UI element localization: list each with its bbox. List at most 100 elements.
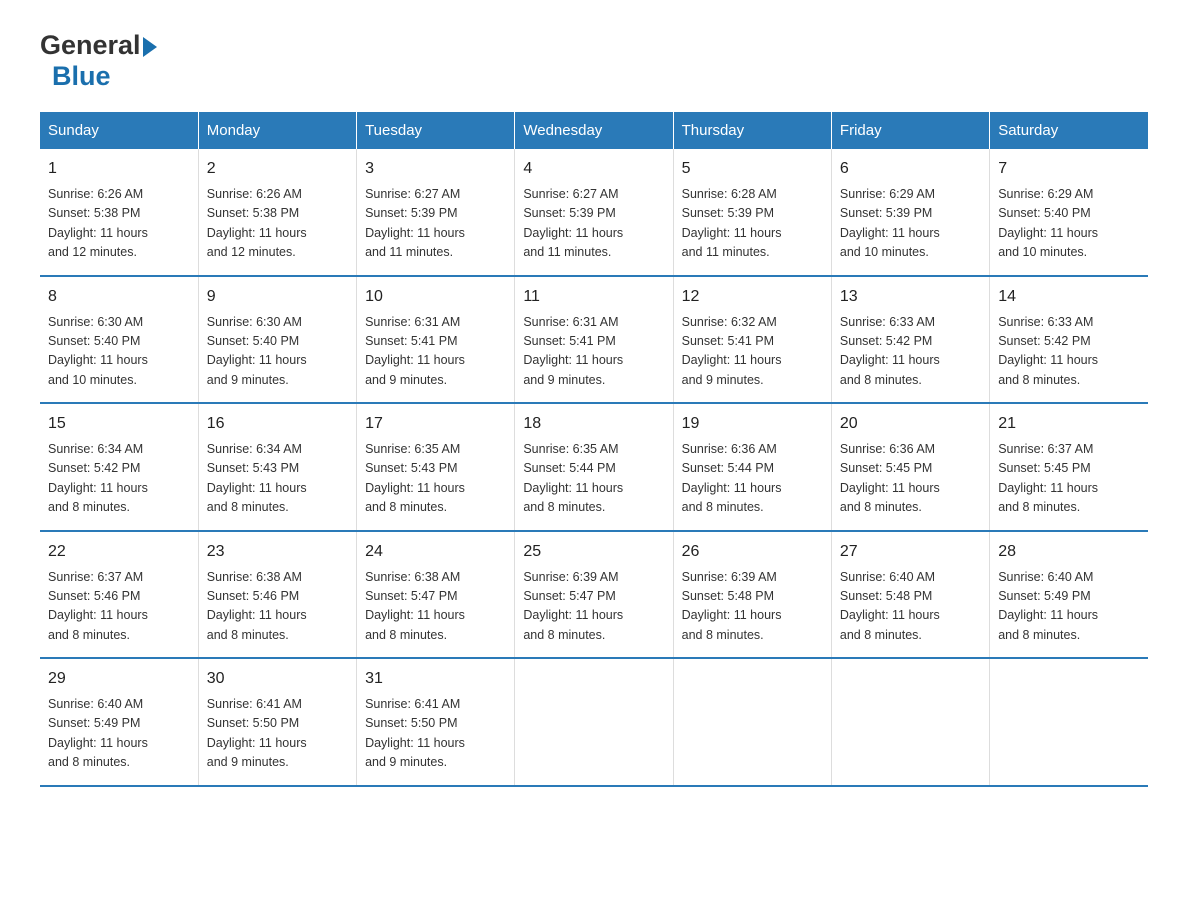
- calendar-cell: 4Sunrise: 6:27 AMSunset: 5:39 PMDaylight…: [515, 149, 673, 276]
- day-info: Sunrise: 6:34 AMSunset: 5:43 PMDaylight:…: [207, 440, 348, 518]
- page-header: General Blue: [40, 30, 1148, 92]
- day-info: Sunrise: 6:29 AMSunset: 5:40 PMDaylight:…: [998, 185, 1140, 263]
- day-number: 7: [998, 157, 1140, 181]
- calendar-cell: 21 Sunrise: 6:37 AMSunset: 5:45 PMDayligh…: [990, 403, 1148, 531]
- calendar-table: SundayMondayTuesdayWednesdayThursdayFrid…: [40, 112, 1148, 787]
- day-info: Sunrise: 6:34 AMSunset: 5:42 PMDaylight:…: [48, 440, 190, 518]
- calendar-cell: 28 Sunrise: 6:40 AMSunset: 5:49 PMDayligh…: [990, 531, 1148, 659]
- day-number: 17: [365, 412, 506, 436]
- day-number: 9: [207, 285, 348, 309]
- day-info: Sunrise: 6:33 AMSunset: 5:42 PMDaylight:…: [840, 313, 981, 391]
- day-number: 24: [365, 540, 506, 564]
- calendar-week-row: 8 Sunrise: 6:30 AMSunset: 5:40 PMDaylight…: [40, 276, 1148, 404]
- day-info: Sunrise: 6:33 AMSunset: 5:42 PMDaylight:…: [998, 313, 1140, 391]
- calendar-cell: 6Sunrise: 6:29 AMSunset: 5:39 PMDaylight…: [831, 149, 989, 276]
- day-info: Sunrise: 6:38 AMSunset: 5:47 PMDaylight:…: [365, 568, 506, 646]
- calendar-week-row: 1 Sunrise: 6:26 AMSunset: 5:38 PMDaylight…: [40, 149, 1148, 276]
- day-info: Sunrise: 6:26 AMSunset: 5:38 PMDaylight:…: [48, 185, 190, 263]
- day-info: Sunrise: 6:40 AMSunset: 5:49 PMDaylight:…: [48, 695, 190, 773]
- calendar-header-row: SundayMondayTuesdayWednesdayThursdayFrid…: [40, 112, 1148, 149]
- column-header-saturday: Saturday: [990, 112, 1148, 149]
- day-number: 20: [840, 412, 981, 436]
- column-header-tuesday: Tuesday: [357, 112, 515, 149]
- day-info: Sunrise: 6:41 AMSunset: 5:50 PMDaylight:…: [365, 695, 506, 773]
- calendar-cell: 16 Sunrise: 6:34 AMSunset: 5:43 PMDayligh…: [198, 403, 356, 531]
- day-number: 18: [523, 412, 664, 436]
- calendar-cell: 2Sunrise: 6:26 AMSunset: 5:38 PMDaylight…: [198, 149, 356, 276]
- day-number: 15: [48, 412, 190, 436]
- day-number: 8: [48, 285, 190, 309]
- calendar-cell: 15 Sunrise: 6:34 AMSunset: 5:42 PMDayligh…: [40, 403, 198, 531]
- calendar-cell: 22 Sunrise: 6:37 AMSunset: 5:46 PMDayligh…: [40, 531, 198, 659]
- calendar-week-row: 22 Sunrise: 6:37 AMSunset: 5:46 PMDayligh…: [40, 531, 1148, 659]
- calendar-cell: 26 Sunrise: 6:39 AMSunset: 5:48 PMDayligh…: [673, 531, 831, 659]
- day-info: Sunrise: 6:31 AMSunset: 5:41 PMDaylight:…: [523, 313, 664, 391]
- day-info: Sunrise: 6:36 AMSunset: 5:45 PMDaylight:…: [840, 440, 981, 518]
- calendar-cell: 13 Sunrise: 6:33 AMSunset: 5:42 PMDayligh…: [831, 276, 989, 404]
- column-header-monday: Monday: [198, 112, 356, 149]
- day-number: 22: [48, 540, 190, 564]
- logo: General Blue: [40, 30, 157, 92]
- calendar-cell: 24 Sunrise: 6:38 AMSunset: 5:47 PMDayligh…: [357, 531, 515, 659]
- column-header-friday: Friday: [831, 112, 989, 149]
- day-number: 19: [682, 412, 823, 436]
- day-info: Sunrise: 6:40 AMSunset: 5:49 PMDaylight:…: [998, 568, 1140, 646]
- calendar-cell: 14 Sunrise: 6:33 AMSunset: 5:42 PMDayligh…: [990, 276, 1148, 404]
- calendar-cell: 20 Sunrise: 6:36 AMSunset: 5:45 PMDayligh…: [831, 403, 989, 531]
- calendar-cell: 11Sunrise: 6:31 AMSunset: 5:41 PMDayligh…: [515, 276, 673, 404]
- day-number: 13: [840, 285, 981, 309]
- day-number: 14: [998, 285, 1140, 309]
- calendar-cell: 18 Sunrise: 6:35 AMSunset: 5:44 PMDayligh…: [515, 403, 673, 531]
- calendar-cell: 23 Sunrise: 6:38 AMSunset: 5:46 PMDayligh…: [198, 531, 356, 659]
- day-info: Sunrise: 6:31 AMSunset: 5:41 PMDaylight:…: [365, 313, 506, 391]
- calendar-cell: 3Sunrise: 6:27 AMSunset: 5:39 PMDaylight…: [357, 149, 515, 276]
- day-number: 2: [207, 157, 348, 181]
- day-info: Sunrise: 6:37 AMSunset: 5:46 PMDaylight:…: [48, 568, 190, 646]
- day-number: 1: [48, 157, 190, 181]
- day-info: Sunrise: 6:30 AMSunset: 5:40 PMDaylight:…: [207, 313, 348, 391]
- day-number: 21: [998, 412, 1140, 436]
- calendar-cell: 8 Sunrise: 6:30 AMSunset: 5:40 PMDaylight…: [40, 276, 198, 404]
- calendar-cell: 29 Sunrise: 6:40 AMSunset: 5:49 PMDayligh…: [40, 658, 198, 786]
- day-number: 3: [365, 157, 506, 181]
- day-info: Sunrise: 6:28 AMSunset: 5:39 PMDaylight:…: [682, 185, 823, 263]
- logo-blue-text: Blue: [52, 61, 111, 92]
- day-info: Sunrise: 6:35 AMSunset: 5:44 PMDaylight:…: [523, 440, 664, 518]
- day-number: 16: [207, 412, 348, 436]
- day-info: Sunrise: 6:27 AMSunset: 5:39 PMDaylight:…: [523, 185, 664, 263]
- day-info: Sunrise: 6:37 AMSunset: 5:45 PMDaylight:…: [998, 440, 1140, 518]
- day-number: 5: [682, 157, 823, 181]
- calendar-cell: [515, 658, 673, 786]
- day-info: Sunrise: 6:41 AMSunset: 5:50 PMDaylight:…: [207, 695, 348, 773]
- day-number: 6: [840, 157, 981, 181]
- calendar-cell: [990, 658, 1148, 786]
- calendar-cell: 1 Sunrise: 6:26 AMSunset: 5:38 PMDaylight…: [40, 149, 198, 276]
- calendar-cell: 7 Sunrise: 6:29 AMSunset: 5:40 PMDaylight…: [990, 149, 1148, 276]
- day-number: 29: [48, 667, 190, 691]
- calendar-cell: 27Sunrise: 6:40 AMSunset: 5:48 PMDayligh…: [831, 531, 989, 659]
- day-info: Sunrise: 6:39 AMSunset: 5:48 PMDaylight:…: [682, 568, 823, 646]
- calendar-cell: [673, 658, 831, 786]
- day-number: 28: [998, 540, 1140, 564]
- column-header-thursday: Thursday: [673, 112, 831, 149]
- calendar-cell: 25 Sunrise: 6:39 AMSunset: 5:47 PMDayligh…: [515, 531, 673, 659]
- day-number: 31: [365, 667, 506, 691]
- calendar-week-row: 29 Sunrise: 6:40 AMSunset: 5:49 PMDayligh…: [40, 658, 1148, 786]
- day-info: Sunrise: 6:35 AMSunset: 5:43 PMDaylight:…: [365, 440, 506, 518]
- day-number: 23: [207, 540, 348, 564]
- column-header-sunday: Sunday: [40, 112, 198, 149]
- calendar-cell: 9 Sunrise: 6:30 AMSunset: 5:40 PMDaylight…: [198, 276, 356, 404]
- day-number: 25: [523, 540, 664, 564]
- day-info: Sunrise: 6:38 AMSunset: 5:46 PMDaylight:…: [207, 568, 348, 646]
- day-info: Sunrise: 6:30 AMSunset: 5:40 PMDaylight:…: [48, 313, 190, 391]
- day-info: Sunrise: 6:40 AMSunset: 5:48 PMDaylight:…: [840, 568, 981, 646]
- day-number: 26: [682, 540, 823, 564]
- day-info: Sunrise: 6:39 AMSunset: 5:47 PMDaylight:…: [523, 568, 664, 646]
- calendar-cell: 30 Sunrise: 6:41 AMSunset: 5:50 PMDayligh…: [198, 658, 356, 786]
- day-number: 30: [207, 667, 348, 691]
- calendar-cell: 12Sunrise: 6:32 AMSunset: 5:41 PMDayligh…: [673, 276, 831, 404]
- calendar-cell: 19Sunrise: 6:36 AMSunset: 5:44 PMDayligh…: [673, 403, 831, 531]
- calendar-cell: 31 Sunrise: 6:41 AMSunset: 5:50 PMDayligh…: [357, 658, 515, 786]
- day-info: Sunrise: 6:32 AMSunset: 5:41 PMDaylight:…: [682, 313, 823, 391]
- calendar-week-row: 15 Sunrise: 6:34 AMSunset: 5:42 PMDayligh…: [40, 403, 1148, 531]
